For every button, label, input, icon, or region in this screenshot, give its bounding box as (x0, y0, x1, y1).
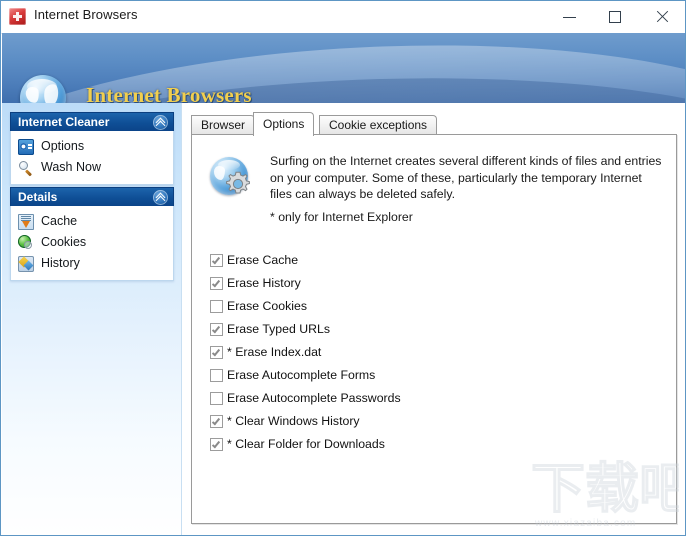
sidebar: Internet Cleaner Options Wash Now Detail… (2, 103, 182, 535)
options-checkbox-list: Erase Cache Erase History Erase Cookies … (210, 251, 650, 458)
sidebar-panel-internet-cleaner: Internet Cleaner Options Wash Now (10, 112, 174, 185)
panel-title-details: Details (18, 190, 58, 204)
body-area: Internet Cleaner Options Wash Now Detail… (2, 103, 685, 535)
globe-icon (20, 75, 66, 103)
tab-cookie-exceptions[interactable]: Cookie exceptions (319, 115, 438, 135)
tab-browser[interactable]: Browser (191, 115, 256, 135)
app-icon (9, 8, 26, 25)
info-note: * only for Internet Explorer (270, 210, 413, 224)
close-button[interactable] (639, 1, 685, 32)
maximize-button[interactable] (593, 1, 639, 32)
checkbox-label-clear-windows-history: * Clear Windows History (227, 414, 360, 428)
close-icon (639, 1, 685, 32)
title-bar: Internet Browsers (1, 1, 685, 34)
panel-header-internet-cleaner: Internet Cleaner (10, 112, 174, 131)
sidebar-item-cookies[interactable]: Cookies (11, 232, 173, 253)
checkbox-erase-index-dat[interactable] (210, 346, 223, 359)
history-icon (18, 256, 34, 272)
cache-icon (18, 214, 34, 230)
sidebar-item-history[interactable]: History (11, 253, 173, 274)
chevron-double-up-icon[interactable] (153, 115, 168, 130)
checkbox-erase-autocomplete-forms[interactable] (210, 369, 223, 382)
sidebar-item-label-history: History (41, 256, 80, 270)
checkbox-label-erase-history: Erase History (227, 276, 301, 290)
globe-gear-icon (210, 157, 254, 201)
checkbox-erase-autocomplete-passwords[interactable] (210, 392, 223, 405)
panel-body-internet-cleaner: Options Wash Now (11, 131, 173, 184)
sidebar-panel-details: Details Cache Cookies History (10, 187, 174, 281)
globe-gloss (27, 79, 57, 94)
checkbox-row-clear-windows-history[interactable]: * Clear Windows History (210, 412, 650, 435)
checkbox-label-erase-cookies: Erase Cookies (227, 299, 307, 313)
tab-options[interactable]: Options (253, 112, 315, 136)
sidebar-item-label-cache: Cache (41, 214, 78, 228)
checkbox-clear-windows-history[interactable] (210, 415, 223, 428)
tab-strip: Browser Options Cookie exceptions (191, 112, 677, 136)
checkbox-label-erase-autocomplete-forms: Erase Autocomplete Forms (227, 368, 376, 382)
sidebar-item-label-options: Options (41, 139, 85, 153)
checkbox-erase-cookies[interactable] (210, 300, 223, 313)
panel-header-details: Details (10, 187, 174, 206)
sidebar-item-label-wash-now: Wash Now (41, 160, 101, 174)
checkbox-erase-typed-urls[interactable] (210, 323, 223, 336)
checkbox-label-erase-index-dat: * Erase Index.dat (227, 345, 322, 359)
checkbox-erase-cache[interactable] (210, 254, 223, 267)
application-window: Internet Browsers Internet Browsers Inte… (0, 0, 686, 536)
checkbox-row-erase-index-dat[interactable]: * Erase Index.dat (210, 343, 650, 366)
checkbox-label-erase-cache: Erase Cache (227, 253, 299, 267)
checkbox-label-erase-typed-urls: Erase Typed URLs (227, 322, 330, 336)
checkbox-row-erase-history[interactable]: Erase History (210, 274, 650, 297)
cookies-icon (18, 235, 34, 251)
sidebar-item-label-cookies: Cookies (41, 235, 87, 249)
content-area: Browser Options Cookie exceptions Surfin… (191, 112, 677, 524)
window-title: Internet Browsers (34, 7, 138, 22)
minimize-button[interactable] (547, 1, 593, 32)
info-description: Surfing on the Internet creates several … (270, 154, 662, 201)
header-banner: Internet Browsers (2, 33, 685, 103)
panel-body-details: Cache Cookies History (11, 206, 173, 280)
chevron-double-up-icon[interactable] (153, 190, 168, 205)
checkbox-row-erase-typed-urls[interactable]: Erase Typed URLs (210, 320, 650, 343)
checkbox-row-erase-cookies[interactable]: Erase Cookies (210, 297, 650, 320)
gear-shape (223, 169, 253, 199)
magnifier-icon (18, 160, 34, 176)
minimize-icon (547, 1, 593, 32)
tab-panel-options: Surfing on the Internet creates several … (191, 134, 677, 524)
checkbox-row-erase-cache[interactable]: Erase Cache (210, 251, 650, 274)
checkbox-row-erase-autocomplete-forms[interactable]: Erase Autocomplete Forms (210, 366, 650, 389)
checkbox-label-clear-folder-for-downloads: * Clear Folder for Downloads (227, 437, 385, 451)
banner-title: Internet Browsers (86, 83, 252, 103)
options-icon (18, 139, 34, 155)
checkbox-row-clear-folder-for-downloads[interactable]: * Clear Folder for Downloads (210, 435, 650, 458)
sidebar-item-cache[interactable]: Cache (11, 211, 173, 232)
checkbox-clear-folder-for-downloads[interactable] (210, 438, 223, 451)
panel-title-internet-cleaner: Internet Cleaner (18, 115, 110, 129)
maximize-icon (593, 1, 639, 32)
checkbox-erase-history[interactable] (210, 277, 223, 290)
sidebar-item-wash-now[interactable]: Wash Now (11, 157, 173, 178)
sidebar-item-options[interactable]: Options (11, 136, 173, 157)
checkbox-row-erase-autocomplete-passwords[interactable]: Erase Autocomplete Passwords (210, 389, 650, 412)
checkbox-label-erase-autocomplete-passwords: Erase Autocomplete Passwords (227, 391, 401, 405)
